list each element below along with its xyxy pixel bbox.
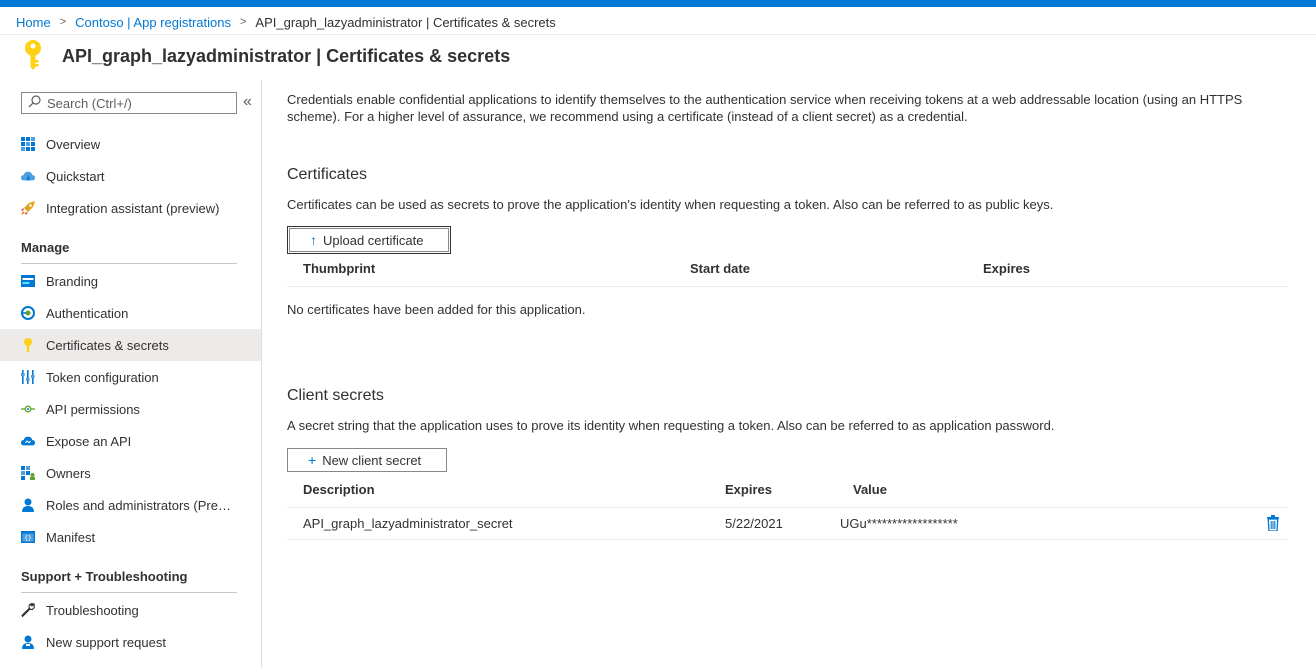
breadcrumb-app-registrations-link[interactable]: Contoso | App registrations xyxy=(75,15,231,30)
plus-icon: + xyxy=(308,452,317,468)
upload-certificate-label: Upload certificate xyxy=(323,232,424,248)
sidebar-item-label: Manifest xyxy=(46,529,96,545)
branding-icon xyxy=(21,274,35,288)
sidebar-item-token-configuration[interactable]: Token configuration xyxy=(0,361,261,393)
sidebar-item-label: API permissions xyxy=(46,401,140,417)
support-section-header: Support + Troubleshooting xyxy=(21,569,188,584)
column-header-thumbprint: Thumbprint xyxy=(303,261,376,276)
new-client-secret-label: New client secret xyxy=(322,452,422,468)
section-divider xyxy=(21,592,237,593)
column-header-description: Description xyxy=(303,482,375,497)
certificates-heading: Certificates xyxy=(287,166,368,183)
sidebar-item-label: Certificates & secrets xyxy=(46,337,169,353)
client-secrets-description: A secret string that the application use… xyxy=(287,418,1055,433)
column-header-start-date: Start date xyxy=(690,261,750,276)
page-title: API_graph_lazyadministrator | Certificat… xyxy=(62,45,511,66)
cloud-icon xyxy=(21,434,35,448)
key-icon xyxy=(22,39,44,74)
wrench-icon xyxy=(21,603,35,617)
sidebar-item-manifest[interactable]: {} Manifest xyxy=(0,521,261,553)
sidebar-item-branding[interactable]: Branding xyxy=(0,265,261,297)
sidebar-item-label: Roles and administrators (Previ... xyxy=(46,497,236,513)
sidebar-item-label: Expose an API xyxy=(46,433,132,449)
sidebar-item-label: Token configuration xyxy=(46,369,159,385)
rocket-icon xyxy=(21,201,35,215)
upload-icon: ↑ xyxy=(310,232,317,248)
menu-search-box[interactable] xyxy=(21,92,237,114)
manage-section-header: Manage xyxy=(21,240,70,255)
header-divider xyxy=(0,34,1316,35)
new-client-secret-button[interactable]: + New client secret xyxy=(287,448,447,472)
sidebar-item-integration-assistant[interactable]: Integration assistant (preview) xyxy=(0,192,261,224)
sidebar-item-label: Authentication xyxy=(46,305,129,321)
sidebar-item-overview[interactable]: Overview xyxy=(0,128,261,160)
overview-icon xyxy=(21,137,35,151)
quickstart-icon xyxy=(21,169,35,183)
sidebar-item-quickstart[interactable]: Quickstart xyxy=(0,160,261,192)
sidebar-item-api-permissions[interactable]: API permissions xyxy=(0,393,261,425)
sidebar-item-owners[interactable]: Owners xyxy=(0,457,261,489)
table-divider xyxy=(287,539,1287,540)
collapse-menu-icon[interactable]: « xyxy=(243,93,252,111)
authentication-icon xyxy=(21,306,35,320)
sidebar-item-expose-an-api[interactable]: Expose an API xyxy=(0,425,261,457)
section-divider xyxy=(21,263,237,264)
sidebar-item-troubleshooting[interactable]: Troubleshooting xyxy=(0,594,261,626)
chevron-right-icon: > xyxy=(59,16,67,28)
menu-search-input[interactable] xyxy=(47,95,227,111)
sidebar-item-label: Owners xyxy=(46,465,91,481)
svg-text:{}: {} xyxy=(24,535,31,542)
roles-icon xyxy=(21,498,35,512)
upload-certificate-button[interactable]: ↑ Upload certificate xyxy=(287,226,451,254)
table-divider xyxy=(287,507,1287,508)
breadcrumb: Home > Contoso | App registrations > API… xyxy=(16,13,556,31)
owners-icon xyxy=(21,466,35,480)
sidebar-item-label: New support request xyxy=(46,634,166,650)
key-icon xyxy=(21,338,35,352)
secret-expires-cell: 5/22/2021 xyxy=(725,516,783,531)
api-permissions-icon xyxy=(21,402,35,416)
delete-secret-trash-icon[interactable] xyxy=(1267,515,1279,534)
sidebar-item-label: Integration assistant (preview) xyxy=(46,200,220,216)
sidebar-item-label: Overview xyxy=(46,136,101,152)
sidebar-item-certificates-secrets[interactable]: Certificates & secrets xyxy=(0,329,261,361)
certificates-description: Certificates can be used as secrets to p… xyxy=(287,197,1054,212)
sidebar-item-label: Branding xyxy=(46,273,99,289)
table-divider xyxy=(287,286,1287,287)
column-header-value: Value xyxy=(853,482,887,497)
portal-top-bar xyxy=(0,0,1316,7)
resource-menu: « Overview Quickstart Integration assist… xyxy=(0,80,262,668)
column-header-expires: Expires xyxy=(725,482,772,497)
secret-value-cell: UGu****************** xyxy=(840,516,958,531)
token-icon xyxy=(21,370,35,384)
sidebar-item-label: Quickstart xyxy=(46,168,105,184)
breadcrumb-current: API_graph_lazyadministrator | Certificat… xyxy=(255,14,556,30)
sidebar-item-new-support-request[interactable]: New support request xyxy=(0,626,261,658)
manifest-icon: {} xyxy=(21,530,35,544)
secret-description-cell: API_graph_lazyadministrator_secret xyxy=(303,516,513,531)
chevron-right-icon: > xyxy=(239,16,247,28)
breadcrumb-home-link[interactable]: Home xyxy=(16,15,51,30)
column-header-expires: Expires xyxy=(983,261,1030,276)
sidebar-item-roles-administrators[interactable]: Roles and administrators (Previ... xyxy=(0,489,261,521)
search-icon xyxy=(28,95,41,111)
sidebar-item-label: Troubleshooting xyxy=(46,602,139,618)
credentials-intro: Credentials enable confidential applicat… xyxy=(287,92,1243,124)
page-header: API_graph_lazyadministrator | Certificat… xyxy=(22,38,510,74)
support-person-icon xyxy=(21,635,35,649)
sidebar-item-authentication[interactable]: Authentication xyxy=(0,297,261,329)
client-secrets-heading: Client secrets xyxy=(287,387,384,404)
certificates-empty-message: No certificates have been added for this… xyxy=(287,302,586,317)
